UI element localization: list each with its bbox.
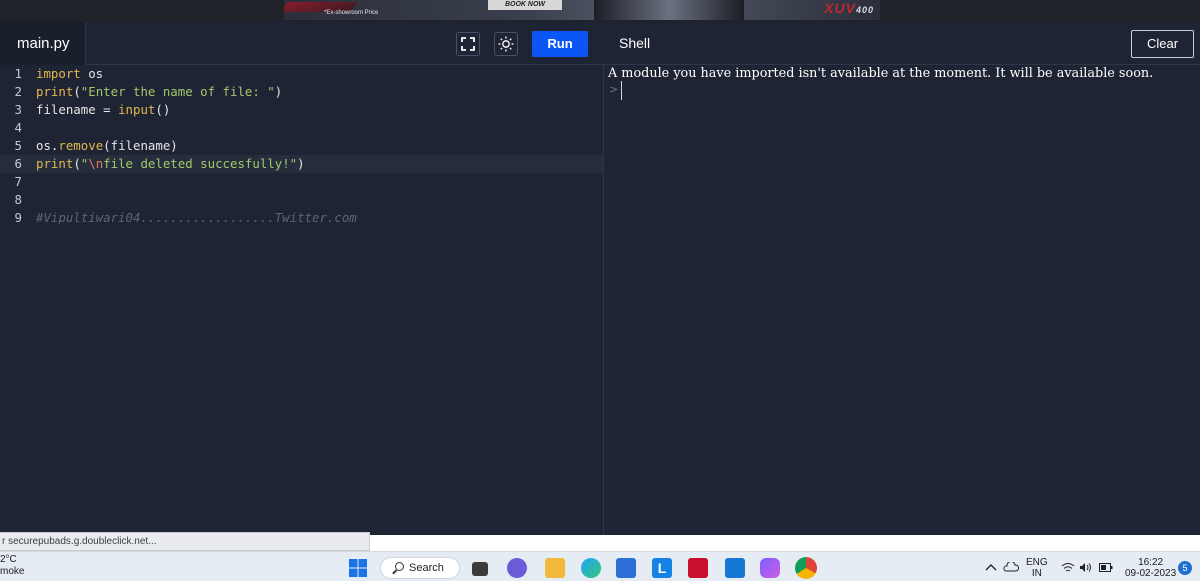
line-number: 1 bbox=[14, 66, 22, 81]
shell-input-caret[interactable] bbox=[621, 81, 622, 100]
store-icon[interactable] bbox=[616, 558, 636, 578]
wifi-icon[interactable] bbox=[1061, 562, 1075, 573]
line-number: 7 bbox=[14, 174, 22, 189]
weather-desc: moke bbox=[0, 566, 25, 577]
clear-button[interactable]: Clear bbox=[1131, 30, 1194, 58]
battery-icon[interactable] bbox=[1099, 563, 1113, 572]
fullscreen-icon bbox=[461, 37, 475, 51]
volume-icon[interactable] bbox=[1079, 562, 1093, 573]
chrome-icon[interactable] bbox=[795, 557, 817, 579]
code-line: 4 bbox=[0, 119, 603, 137]
outlook-icon[interactable] bbox=[725, 558, 745, 578]
taskbar-search[interactable]: Search bbox=[380, 557, 460, 579]
task-view-icon[interactable] bbox=[472, 562, 488, 576]
sun-icon bbox=[498, 36, 514, 52]
code-line: 1 import os bbox=[0, 65, 603, 83]
run-button[interactable]: Run bbox=[532, 31, 588, 57]
line-number: 2 bbox=[14, 84, 22, 99]
ad-book-button[interactable]: BOOK NOW bbox=[488, 0, 562, 10]
start-button[interactable] bbox=[348, 558, 368, 578]
lang-code: ENG bbox=[1026, 557, 1048, 568]
teams-chat-icon[interactable] bbox=[507, 558, 527, 578]
shell-output-message: A module you have imported isn't availab… bbox=[608, 66, 1154, 81]
code-line: 2 print("Enter the name of file: ") bbox=[0, 83, 603, 101]
theme-toggle-button[interactable] bbox=[494, 32, 518, 56]
code-text: os.remove(filename) bbox=[36, 138, 178, 153]
ad-car-image bbox=[594, 0, 744, 20]
weather-widget[interactable]: 2°C moke bbox=[0, 554, 24, 578]
line-number: 6 bbox=[14, 156, 22, 171]
chevron-up-icon[interactable] bbox=[985, 562, 997, 572]
shell-panel[interactable]: A module you have imported isn't availab… bbox=[605, 65, 1200, 535]
code-line-active: 6 print("\nfile deleted succesfully!") bbox=[0, 155, 603, 173]
code-text: print("\nfile deleted succesfully!") bbox=[36, 156, 305, 171]
code-comment: #Vipultiwari04..................Twitter.… bbox=[36, 210, 357, 225]
clock-time: 16:22 bbox=[1138, 557, 1164, 568]
app-l-icon[interactable]: L bbox=[652, 558, 672, 578]
fullscreen-button[interactable] bbox=[456, 32, 480, 56]
line-number: 4 bbox=[14, 120, 22, 135]
line-number: 5 bbox=[14, 138, 22, 153]
code-line: 9 #Vipultiwari04..................Twitte… bbox=[0, 209, 603, 227]
code-line: 8 bbox=[0, 191, 603, 209]
code-line: 7 bbox=[0, 173, 603, 191]
editor-header: main.py Run Shell Clear bbox=[0, 22, 1200, 65]
tab-main-py[interactable]: main.py bbox=[0, 22, 86, 65]
weather-temp: 2°C bbox=[0, 554, 17, 565]
notification-badge[interactable]: 5 bbox=[1178, 561, 1192, 575]
line-number: 9 bbox=[14, 210, 22, 225]
ad-banner[interactable]: *Ex-showroom Price BOOK NOW XUV400 bbox=[284, 0, 880, 20]
onedrive-icon[interactable] bbox=[1003, 562, 1019, 572]
top-ad-strip: *Ex-showroom Price BOOK NOW XUV400 bbox=[0, 0, 1200, 22]
code-line: 3 filename = input() bbox=[0, 101, 603, 119]
code-editor[interactable]: 1 import os 2 print("Enter the name of f… bbox=[0, 65, 604, 535]
clock[interactable]: 16:22 09-02-2023 bbox=[1125, 557, 1176, 579]
taskbar: 2°C moke Search L ENG IN 16:22 09-02-202… bbox=[0, 551, 1200, 581]
line-number: 3 bbox=[14, 102, 22, 117]
shell-prompt: > bbox=[609, 83, 619, 96]
system-tray: ENG IN 16:22 09-02-2023 5 bbox=[985, 552, 1200, 581]
search-icon bbox=[395, 562, 404, 571]
line-number: 8 bbox=[14, 192, 22, 207]
edge-browser-icon[interactable] bbox=[581, 558, 601, 578]
shell-title: Shell bbox=[619, 35, 651, 51]
ad-model-logo: XUV400 bbox=[824, 0, 874, 16]
language-indicator[interactable]: ENG IN bbox=[1026, 557, 1048, 579]
ad-price-note: *Ex-showroom Price bbox=[324, 10, 379, 16]
windows-icon bbox=[349, 559, 367, 577]
code-text: import os bbox=[36, 66, 104, 81]
status-url-popup: r securepubads.g.doubleclick.net... bbox=[0, 532, 370, 551]
mcafee-icon[interactable] bbox=[688, 558, 708, 578]
copilot-icon[interactable] bbox=[760, 558, 780, 578]
search-label: Search bbox=[409, 562, 444, 574]
lang-region: IN bbox=[1031, 568, 1042, 579]
clock-date: 09-02-2023 bbox=[1125, 568, 1177, 579]
code-text: print("Enter the name of file: ") bbox=[36, 84, 283, 99]
code-line: 5 os.remove(filename) bbox=[0, 137, 603, 155]
code-text: filename = input() bbox=[36, 102, 171, 117]
file-explorer-icon[interactable] bbox=[545, 558, 565, 578]
